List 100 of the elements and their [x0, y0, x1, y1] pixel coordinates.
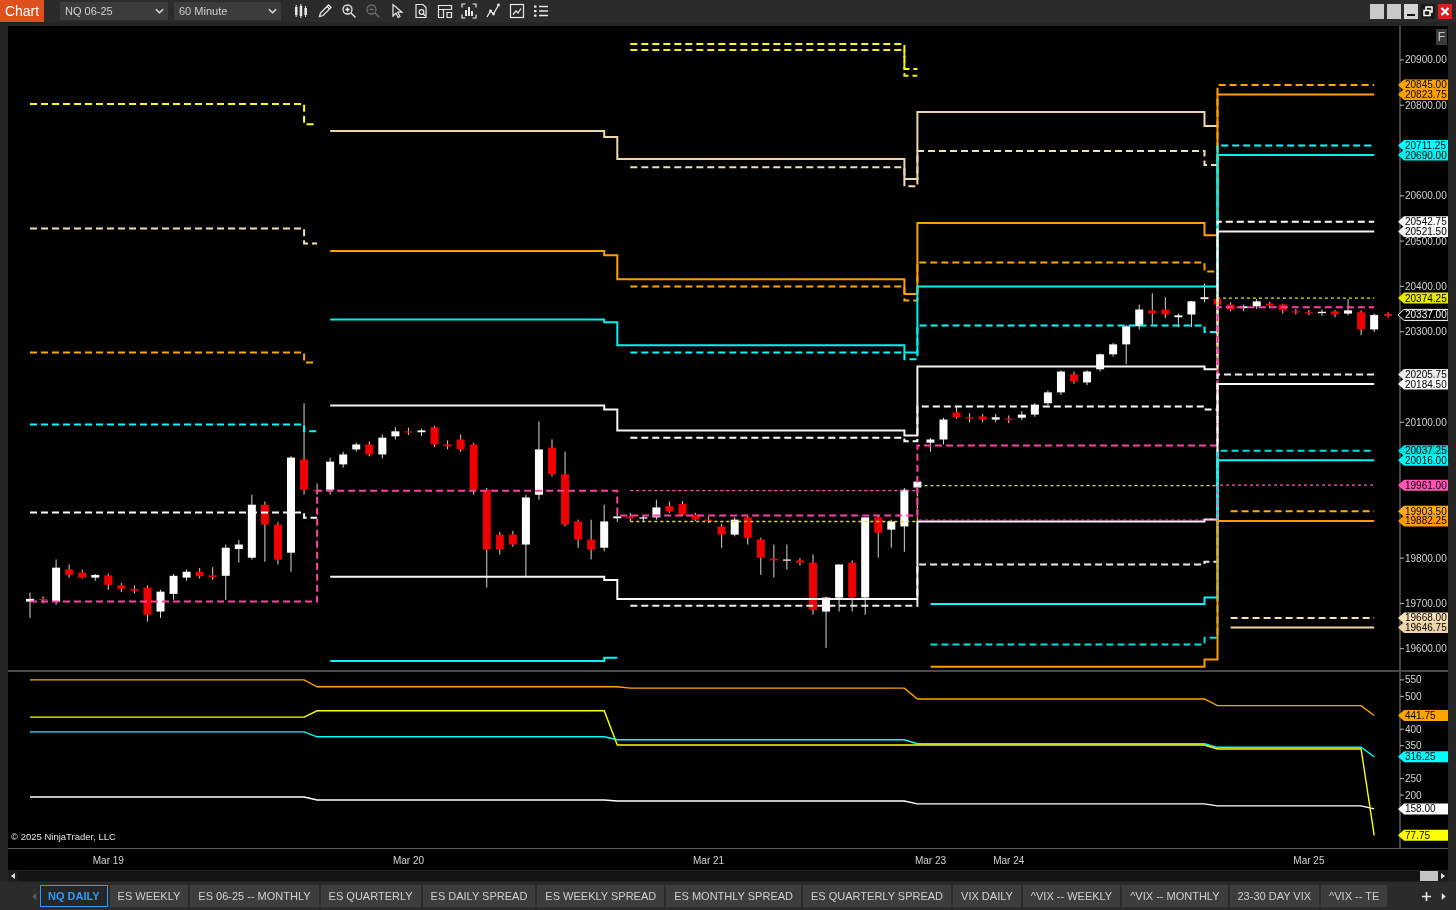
tab[interactable]: ^VIX -- WEEKLY — [1022, 885, 1121, 907]
candle — [978, 413, 987, 423]
tab[interactable]: ^VIX -- MONTHLY — [1122, 885, 1228, 907]
tab[interactable]: 23-30 DAY VIX — [1229, 885, 1320, 907]
candle — [756, 537, 765, 576]
candle — [809, 554, 817, 616]
candle — [574, 519, 583, 549]
chart-box-icon[interactable] — [509, 3, 525, 19]
zoom-out-icon[interactable] — [365, 3, 381, 19]
candle — [469, 442, 478, 496]
panel-button[interactable]: F — [1436, 29, 1447, 45]
candle — [1056, 369, 1065, 396]
candle — [169, 573, 178, 601]
axis-label: Mar 21 — [693, 854, 725, 866]
axis-label: 20800.00 — [1405, 99, 1447, 111]
axis-label: Mar 19 — [92, 854, 124, 866]
price-tag: 20205.75 — [1398, 368, 1448, 380]
right-arrow-icon[interactable] — [1439, 872, 1447, 880]
close-icon[interactable] — [1438, 3, 1452, 19]
candle — [326, 457, 335, 496]
candle — [1043, 390, 1052, 406]
right-arrow-icon[interactable] — [1440, 891, 1447, 901]
axis-label: 200 — [1405, 789, 1422, 801]
tab[interactable]: ES WEEKLY — [109, 885, 189, 907]
axis-label: 550 — [1405, 674, 1422, 686]
panel-icon[interactable] — [437, 3, 453, 19]
candle — [1265, 301, 1274, 309]
candle — [704, 515, 713, 524]
document-search-icon[interactable] — [413, 3, 429, 19]
candle — [104, 573, 113, 591]
candle — [221, 544, 230, 601]
candle — [365, 440, 374, 457]
price-tag: 20337.00 — [1397, 308, 1448, 321]
price-tag: 19646.75 — [1398, 622, 1448, 634]
candle — [1278, 303, 1287, 315]
axis-label: 20400.00 — [1405, 280, 1447, 292]
candle — [835, 564, 844, 613]
price-tag: 20823.75 — [1398, 89, 1448, 100]
candle — [430, 425, 439, 448]
candle — [130, 584, 139, 594]
tab[interactable]: ES DAILY SPREAD — [422, 885, 536, 907]
tab[interactable]: ES MONTHLY SPREAD — [666, 885, 801, 907]
tab[interactable]: ES QUARTERLY SPREAD — [803, 885, 952, 907]
pencil-icon[interactable] — [317, 3, 333, 19]
candle — [887, 519, 896, 549]
chevron-down-icon — [155, 8, 164, 14]
candle — [182, 568, 191, 582]
zoom-in-icon[interactable] — [341, 3, 357, 19]
axis-label: Mar 25 — [1293, 854, 1325, 866]
candle — [208, 566, 217, 581]
interval-dropdown[interactable]: 60 Minute — [174, 2, 281, 20]
value-tag: 158.00 — [1398, 803, 1448, 815]
y-tick-label: 77.75 — [1405, 829, 1431, 841]
candle — [443, 439, 452, 450]
line-chart-icon[interactable] — [485, 3, 501, 19]
list-icon[interactable] — [533, 3, 549, 19]
tab[interactable]: ES 06-25 -- MONTHLY — [190, 885, 319, 907]
candle — [1174, 313, 1183, 328]
candle — [1109, 342, 1118, 358]
candle — [1252, 298, 1261, 310]
candle — [874, 514, 883, 559]
candle — [1331, 309, 1339, 318]
tab[interactable]: ES WEEKLY SPREAD — [537, 885, 665, 907]
axis-label: Mar 24 — [993, 854, 1025, 866]
candle — [730, 516, 739, 537]
candle — [91, 573, 100, 582]
square-icon[interactable] — [1387, 3, 1401, 19]
minimize-icon[interactable] — [1404, 3, 1418, 19]
y-tick-label: 158.00 — [1405, 803, 1437, 815]
square-icon[interactable] — [1370, 3, 1384, 19]
tab[interactable]: ES QUARTERLY — [320, 885, 421, 907]
candle — [717, 523, 726, 549]
restore-icon[interactable] — [1421, 3, 1435, 19]
price-tag: 20711.25 — [1398, 139, 1448, 151]
pointer-icon[interactable] — [389, 3, 405, 19]
candle — [1083, 369, 1092, 386]
value-tag: 77.75 — [1398, 829, 1448, 841]
candle — [247, 494, 256, 560]
left-arrow-icon[interactable] — [9, 872, 17, 880]
tab[interactable]: ^VIX -- TE — [1321, 885, 1388, 907]
tab[interactable]: NQ DAILY — [40, 885, 108, 907]
candle — [1161, 296, 1170, 319]
bar-chart-icon[interactable] — [461, 3, 477, 19]
window-title: Chart — [0, 0, 44, 22]
candle — [1357, 309, 1366, 336]
axis-label: 250 — [1405, 773, 1422, 785]
instrument-dropdown[interactable]: NQ 06-25 — [60, 2, 168, 20]
candle — [456, 434, 465, 453]
candle — [548, 439, 556, 478]
price-tag: 20016.00 — [1398, 454, 1448, 466]
tab[interactable]: VIX DAILY — [953, 885, 1021, 907]
candle — [665, 501, 674, 514]
candle — [639, 514, 648, 523]
plus-icon[interactable] — [1421, 890, 1432, 902]
candlestick-icon[interactable] — [293, 3, 309, 19]
scrollbar-thumb[interactable] — [1420, 871, 1438, 881]
candle — [795, 557, 804, 566]
candle — [1096, 352, 1105, 373]
candle — [352, 442, 361, 453]
y-tick-label: 20337.00 — [1405, 309, 1448, 321]
